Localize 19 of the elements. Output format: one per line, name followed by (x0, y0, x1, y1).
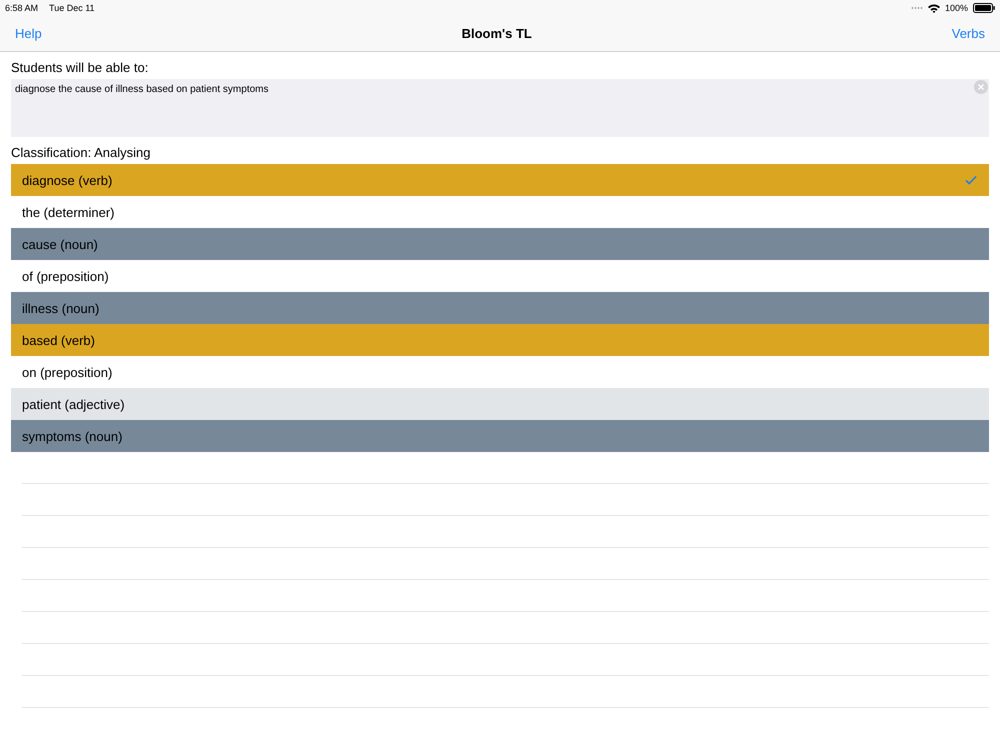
verbs-link[interactable]: Verbs (952, 26, 985, 41)
wifi-icon (928, 4, 940, 12)
classification-label: Classification: Analysing (11, 144, 152, 162)
status-time: 6:58 AM (5, 3, 38, 13)
clear-icon[interactable] (974, 80, 988, 94)
status-date: Tue Dec 11 (49, 3, 95, 13)
word-row[interactable]: illness (noun) (11, 292, 989, 324)
word-row[interactable]: symptoms (noun) (11, 420, 989, 452)
help-link[interactable]: Help (15, 26, 42, 41)
word-row[interactable]: diagnose (verb) (11, 164, 989, 196)
word-row[interactable]: based (verb) (11, 324, 989, 356)
nav-title: Bloom's TL (462, 26, 532, 41)
objective-field[interactable]: diagnose the cause of illness based on patient symptoms (11, 79, 989, 137)
prompt-label: Students will be able to: (11, 59, 150, 77)
word-row[interactable]: cause (noun) (11, 228, 989, 260)
battery-percent: 100% (944, 3, 968, 13)
word-row[interactable]: patient (adjective) (11, 388, 989, 420)
battery-icon (973, 3, 995, 13)
signal-icon (910, 6, 923, 10)
